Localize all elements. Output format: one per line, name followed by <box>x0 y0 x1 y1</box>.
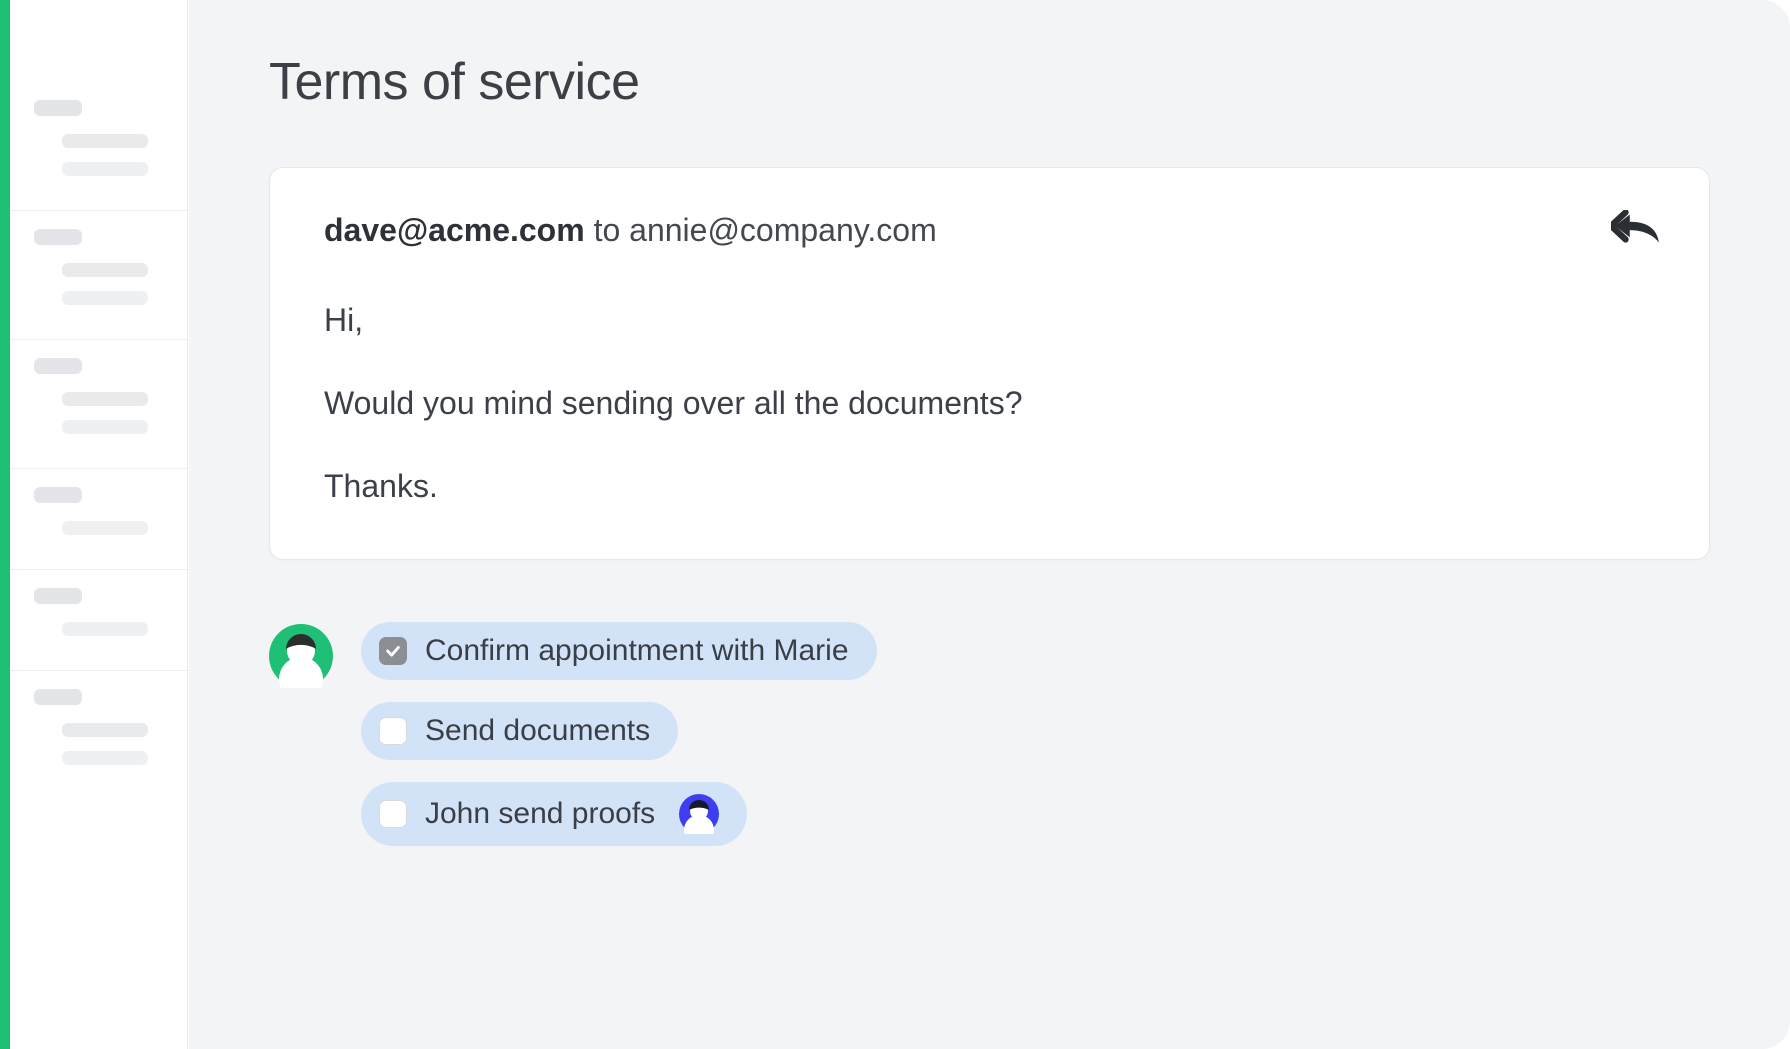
sidebar-group <box>10 0 187 210</box>
email-card: dave@acme.com to annie@company.com Hi, W… <box>269 167 1710 560</box>
assignee-avatar <box>679 794 719 834</box>
sidebar-skeleton-heading <box>34 487 82 503</box>
page-title: Terms of service <box>269 52 1710 112</box>
reply-all-icon[interactable] <box>1611 210 1661 246</box>
sidebar-skeleton-heading <box>34 100 82 116</box>
task-chip[interactable]: Send documents <box>361 702 678 760</box>
email-greeting: Hi, <box>324 299 1655 342</box>
email-to-word: to <box>594 212 621 248</box>
sidebar-skeleton-heading <box>34 689 82 705</box>
email-line: Would you mind sending over all the docu… <box>324 382 1655 425</box>
email-signoff: Thanks. <box>324 465 1655 508</box>
task-chip[interactable]: Confirm appointment with Marie <box>361 622 877 680</box>
avatar <box>269 624 333 688</box>
sidebar-group <box>10 569 187 670</box>
email-body: Hi, Would you mind sending over all the … <box>324 299 1655 509</box>
sidebar-group <box>10 339 187 468</box>
task-label: John send proofs <box>425 797 655 831</box>
checkbox-unchecked-icon[interactable] <box>379 800 407 828</box>
sidebar-skeleton-item <box>62 521 148 535</box>
task-chip[interactable]: John send proofs <box>361 782 747 846</box>
task-list: Confirm appointment with Marie Send docu… <box>361 622 877 846</box>
accent-stripe <box>0 0 10 1049</box>
sidebar-skeleton-heading <box>34 229 82 245</box>
sidebar-skeleton-heading <box>34 358 82 374</box>
sidebar-skeleton-item <box>62 134 148 148</box>
sidebar-skeleton-item <box>62 723 148 737</box>
sidebar-group <box>10 670 187 799</box>
sidebar-skeleton-item <box>62 420 148 434</box>
email-to: annie@company.com <box>629 212 937 248</box>
checkbox-checked-icon[interactable] <box>379 637 407 665</box>
email-header: dave@acme.com to annie@company.com <box>324 212 1655 249</box>
task-section: Confirm appointment with Marie Send docu… <box>269 622 1710 846</box>
main-content: Terms of service dave@acme.com to annie@… <box>189 0 1790 1049</box>
sidebar-skeleton-item <box>62 751 148 765</box>
sidebar-group <box>10 210 187 339</box>
task-label: Send documents <box>425 714 650 748</box>
sidebar-skeleton-item <box>62 291 148 305</box>
sidebar-skeleton-item <box>62 263 148 277</box>
sidebar-group <box>10 468 187 569</box>
checkbox-unchecked-icon[interactable] <box>379 717 407 745</box>
sidebar <box>10 0 188 1049</box>
sidebar-skeleton-item <box>62 622 148 636</box>
sidebar-skeleton-item <box>62 162 148 176</box>
sidebar-skeleton-item <box>62 392 148 406</box>
sidebar-skeleton-heading <box>34 588 82 604</box>
task-label: Confirm appointment with Marie <box>425 634 849 668</box>
email-from: dave@acme.com <box>324 212 585 248</box>
